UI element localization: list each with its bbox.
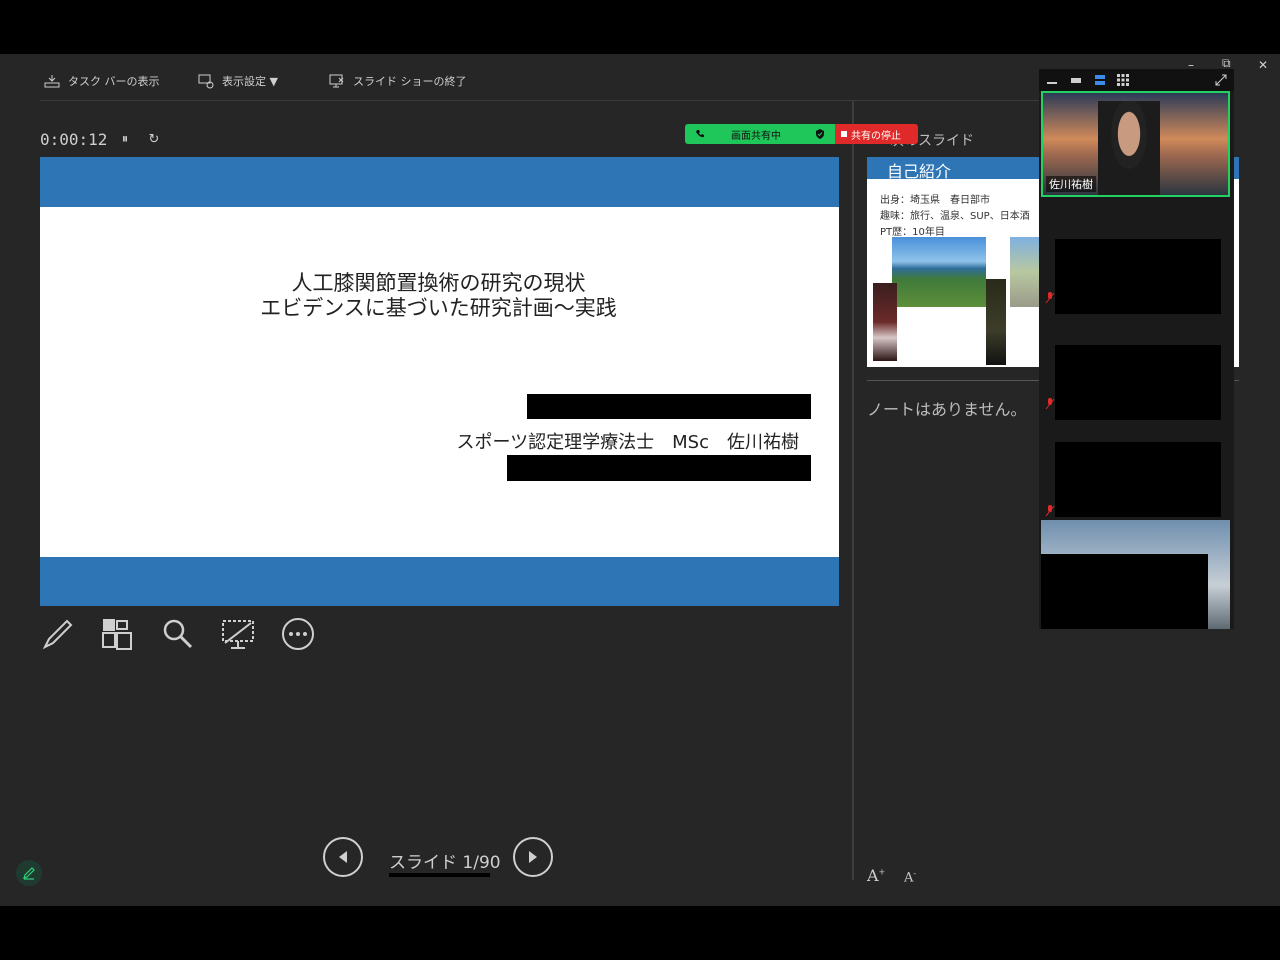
annotate-button[interactable] (16, 860, 42, 886)
ellipsis-icon (282, 618, 314, 650)
taskbar-icon (44, 75, 60, 88)
participant-tile[interactable] (1041, 520, 1230, 629)
mic-muted-icon (1045, 505, 1055, 517)
display-settings-label: 表示設定 ▼ (222, 75, 278, 88)
minimize-video-icon[interactable] (1045, 73, 1059, 87)
slide-title-line2: エビデンスに基づいた研究計画～実践 (260, 296, 617, 320)
zoom-slide-button[interactable] (160, 616, 196, 652)
slide-counter[interactable]: スライド 1/90 (389, 848, 501, 873)
grid-slides-icon (102, 619, 132, 650)
show-taskbar-button[interactable]: タスク バーの表示 (44, 73, 160, 89)
beach-photo (1010, 237, 1040, 307)
slide-title: 人工膝関節置換術の研究の現状 エビデンスに基づいた研究計画～実践 (40, 271, 837, 321)
monitor-gear-icon (198, 74, 214, 89)
slide-bottom-band (40, 557, 839, 606)
pause-timer-button[interactable]: ⏸ (117, 131, 133, 147)
slide-top-band (40, 157, 839, 207)
next-slide-line: 趣味：旅行、温泉、SUP、日本酒 (880, 211, 1030, 222)
see-all-slides-button[interactable] (100, 616, 136, 652)
shield-check-icon (816, 129, 824, 139)
slide-counter-underline (389, 873, 490, 877)
mic-muted-icon (1045, 398, 1055, 410)
sake-bottle-photo (986, 279, 1006, 365)
restart-timer-button[interactable]: ↻ (146, 131, 162, 147)
slide-author: スポーツ認定理学療法士 MSc 佐川祐樹 (456, 432, 800, 453)
black-screen-button[interactable] (220, 616, 256, 652)
redaction-box (1041, 554, 1208, 629)
mic-muted-icon (1045, 292, 1055, 304)
close-icon[interactable]: ✕ (1258, 58, 1268, 72)
more-options-button[interactable] (280, 616, 316, 652)
next-slide-line: 出身：埼玉県 春日部市 (880, 195, 990, 206)
stop-share-button[interactable]: 共有の停止 (835, 124, 918, 144)
increase-font-icon: A (867, 866, 879, 885)
slide-title-line1: 人工膝関節置換術の研究の現状 (291, 271, 586, 295)
decrease-font-button[interactable]: A- (904, 869, 916, 885)
end-show-icon (329, 74, 344, 88)
next-slide-button[interactable] (513, 837, 553, 877)
active-speaker-tile[interactable]: 佐川祐樹 (1041, 91, 1230, 197)
pen-tool-button[interactable] (40, 616, 76, 652)
screen-share-bar: 画面共有中 共有の停止 (685, 124, 918, 144)
pencil-icon (23, 867, 35, 880)
landscape-photo (892, 237, 986, 307)
participant-name: 佐川祐樹 (1046, 176, 1096, 192)
sharing-indicator[interactable]: 画面共有中 (685, 124, 835, 144)
end-slideshow-button[interactable]: スライド ショーの終了 (329, 73, 467, 89)
pen-icon (42, 619, 73, 650)
decrease-font-icon: A (904, 870, 914, 886)
sharing-label: 画面共有中 (731, 130, 781, 142)
speaker-notes[interactable]: ノートはありません。 (867, 396, 1027, 420)
show-taskbar-label: タスク バーの表示 (68, 75, 160, 88)
elapsed-timer: 0:00:12 (40, 130, 108, 149)
participant-tile[interactable] (1055, 345, 1221, 420)
presenter-view: タスク バーの表示 表示設定 ▼ スライド ショーの終了 0:00:12 ⏸ ↻… (0, 54, 1280, 906)
expand-icon[interactable] (1214, 73, 1228, 87)
slide-navigation: スライド 1/90 (323, 837, 563, 881)
increase-font-button[interactable]: A+ (867, 866, 885, 885)
redaction-box (507, 455, 811, 481)
next-slide-header-text: 自己紹介 (887, 162, 952, 181)
participant-tile[interactable] (1055, 442, 1221, 517)
slide-tools (40, 616, 316, 652)
strip-view-icon[interactable] (1093, 73, 1107, 87)
phone-icon (696, 130, 704, 138)
participant-video (1098, 101, 1160, 195)
next-slide-line: PT歴：10年目 (880, 227, 945, 238)
current-slide[interactable]: 人工膝関節置換術の研究の現状 エビデンスに基づいた研究計画～実践 スポーツ認定理… (40, 157, 839, 606)
previous-slide-button[interactable] (323, 837, 363, 877)
redaction-box (527, 394, 811, 419)
gallery-view-icon[interactable] (1116, 73, 1130, 87)
display-settings-button[interactable]: 表示設定 ▼ (198, 73, 278, 89)
video-layout-tabs (1039, 69, 1234, 91)
triangle-left-icon (339, 851, 347, 863)
stop-share-label: 共有の停止 (851, 130, 901, 142)
stop-square-icon (841, 131, 847, 137)
single-video-icon[interactable] (1069, 73, 1083, 87)
presenter-toolbar: タスク バーの表示 表示設定 ▼ スライド ショーの終了 (0, 54, 1040, 100)
end-slideshow-label: スライド ショーの終了 (353, 75, 467, 88)
video-panel: 佐川祐樹 (1039, 69, 1234, 629)
triangle-right-icon (529, 851, 537, 863)
sake-bottle-photo (873, 283, 897, 361)
monitor-off-icon (222, 620, 254, 649)
participant-tile[interactable] (1055, 239, 1221, 314)
toolbar-divider (40, 100, 1040, 101)
magnifier-icon (163, 619, 193, 649)
panel-divider[interactable] (852, 100, 854, 880)
